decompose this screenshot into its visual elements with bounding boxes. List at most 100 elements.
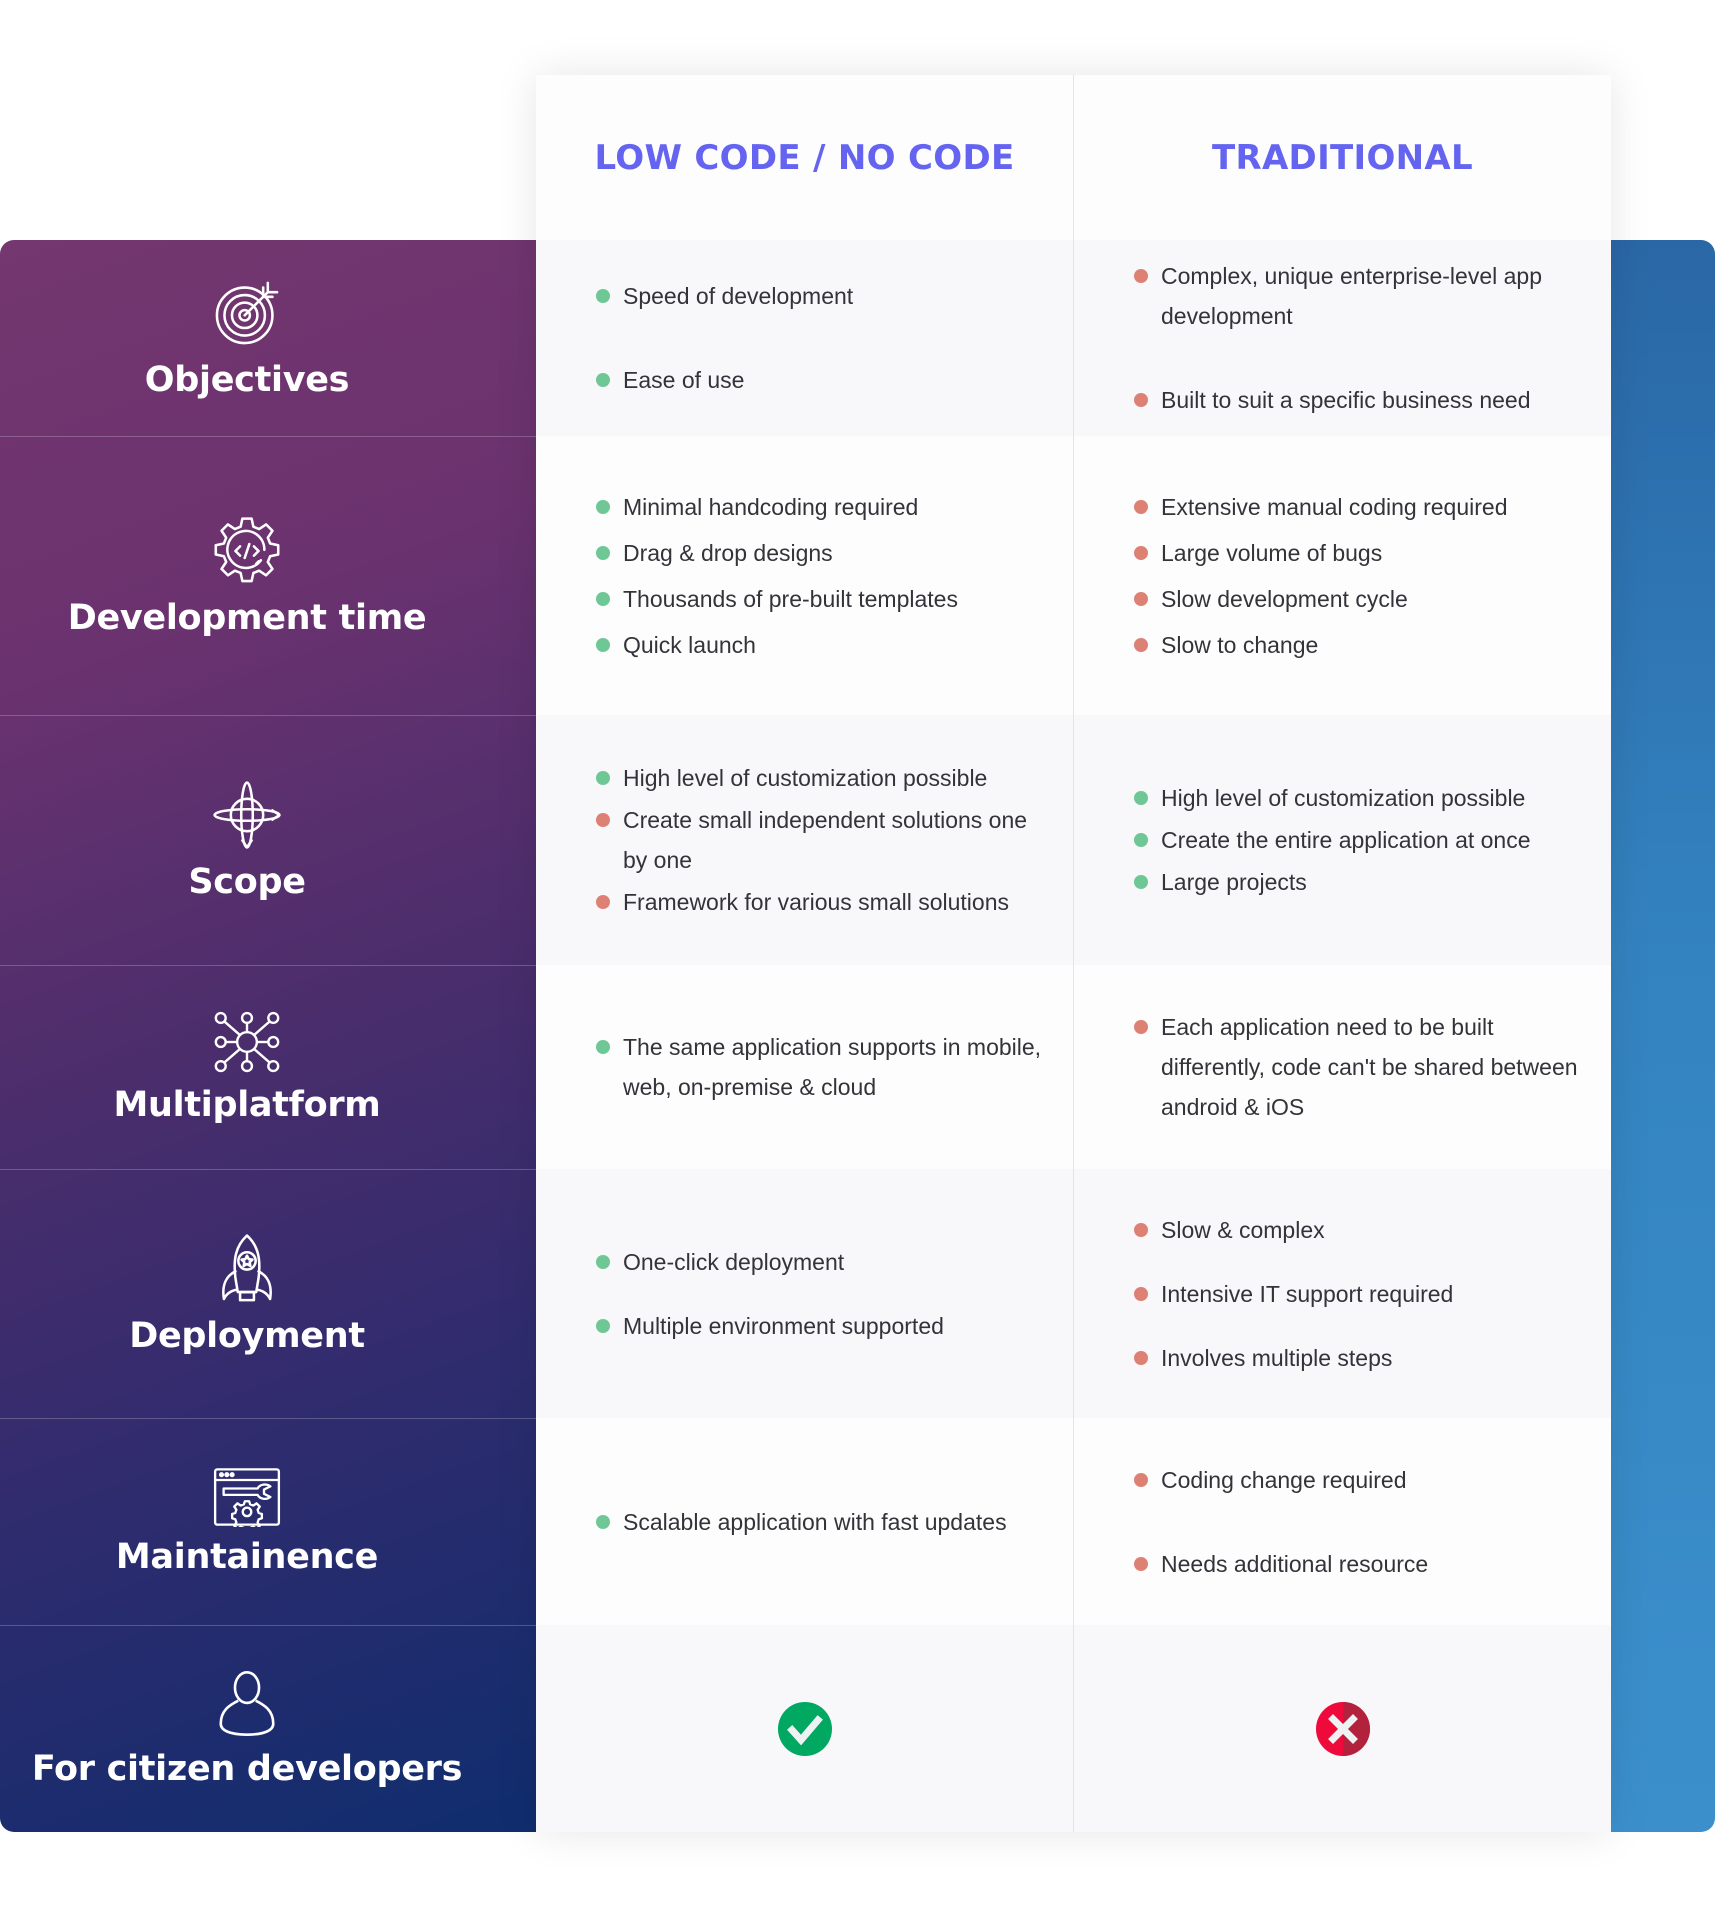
list-item: One-click deployment [596,1242,1043,1282]
low-code-cell: The same application supports in mobile,… [536,965,1073,1169]
check-circle-icon [777,1701,832,1756]
comparison-table: LOW CODE / NO CODE TRADITIONAL Speed of … [536,75,1611,1832]
list-item-text: High level of customization possible [623,765,988,791]
category-citizen-developers: For citizen developers [0,1625,494,1832]
rocket-icon [222,1233,272,1301]
list-item-text: Thousands of pre-built templates [623,585,958,612]
target-icon [215,281,279,345]
pro-bullet-icon [596,1514,610,1529]
list-item-text: Slow development cycle [1161,585,1408,612]
con-bullet-icon [1134,1556,1148,1571]
traditional-cell: Coding change required Needs additional r… [1074,1418,1611,1625]
traditional-cell [1074,1625,1611,1832]
pro-bullet-icon [596,545,610,560]
con-bullet-icon [1134,1020,1148,1034]
con-bullet-icon [1134,1472,1148,1487]
list-item-text: Multiple environment supported [623,1312,944,1339]
con-bullet-icon [596,813,610,827]
pro-bullet-icon [596,637,610,652]
list-item: Large projects [1134,862,1581,902]
list-item: Slow to change [1134,625,1581,665]
traditional-cell: Each application need to be built differ… [1074,965,1611,1169]
list-item: Intensive IT support required [1134,1274,1581,1314]
list-item: Complex, unique enterprise-level app dev… [1134,256,1581,336]
pro-bullet-icon [596,499,610,514]
traditional-cell: Complex, unique enterprise-level app dev… [1074,240,1611,436]
pro-bullet-icon [1134,791,1148,805]
column-title: LOW CODE / NO CODE [594,137,1015,178]
list-item-text: Scalable application with fast updates [623,1508,1007,1535]
orbit-globe-icon [213,781,281,849]
category-label: Objectives [144,360,350,400]
list-item: Framework for various small solutions [596,882,1043,922]
list-item-text: Needs additional resource [1161,1550,1429,1577]
list-item: Create the entire application at once [1134,820,1581,860]
list-item-text: Create small independent solutions one b… [623,807,1028,873]
column-title: TRADITIONAL [1211,137,1474,178]
pro-bullet-icon [1134,833,1148,847]
list-item: Thousands of pre-built templates [596,579,1043,619]
pro-bullet-icon [596,373,610,387]
list-item-text: Ease of use [623,367,745,393]
list-item-text: Speed of development [623,283,854,309]
con-bullet-icon [1134,545,1148,560]
category-label: Maintainence [115,1536,379,1577]
low-code-cell: Speed of development Ease of use [536,240,1073,436]
list-item-text: Large volume of bugs [1161,539,1383,566]
list-item: Built to suit a specific business need [1134,380,1581,420]
cross-circle-icon [1315,1701,1370,1756]
list-item-text: Large projects [1161,869,1307,895]
category-objectives: Objectives [0,240,494,436]
badge-wrapper [1074,1625,1611,1832]
traditional-cell: High level of customization possible Crea… [1074,715,1611,965]
list-item: Extensive manual coding required [1134,487,1581,527]
con-bullet-icon [1134,1286,1148,1301]
category-label: For citizen developers [31,1748,463,1789]
con-bullet-icon [596,895,610,909]
low-code-cell: High level of customization possible Crea… [536,715,1073,965]
category-scope: Scope [0,715,494,965]
category-label: Development time [67,597,427,638]
category-maintainence: Maintainence [0,1418,494,1625]
con-bullet-icon [1134,1350,1148,1365]
column-header-low-code: LOW CODE / NO CODE [536,75,1073,240]
traditional-cell: Slow & complex Intensive IT support requi… [1074,1169,1611,1418]
list-item: High level of customization possible [1134,778,1581,818]
list-item-text: Quick launch [623,631,756,658]
con-bullet-icon [1134,269,1148,283]
list-item: Scalable application with fast updates [596,1502,1043,1542]
list-item: The same application supports in mobile,… [596,1027,1043,1107]
list-item-text: Extensive manual coding required [1161,493,1508,520]
list-item-text: Built to suit a specific business need [1161,387,1531,413]
list-item-text: Intensive IT support required [1161,1280,1454,1307]
list-item-text: Complex, unique enterprise-level app dev… [1161,263,1542,329]
list-item: Involves multiple steps [1134,1338,1581,1378]
low-code-cell: One-click deployment Multiple environment… [536,1169,1073,1418]
list-item: Slow & complex [1134,1210,1581,1250]
category-label: Multiplatform [113,1085,381,1125]
con-bullet-icon [1134,637,1148,652]
column-header-traditional: TRADITIONAL [1074,75,1611,240]
list-item: Minimal handcoding required [596,487,1043,527]
low-code-cell: Scalable application with fast updates [536,1418,1073,1625]
list-item: Quick launch [596,625,1043,665]
pro-bullet-icon [596,1040,610,1054]
list-item-text: Slow & complex [1161,1216,1325,1243]
low-code-cell: Minimal handcoding required Drag & drop d… [536,436,1073,715]
list-item: Multiple environment supported [596,1306,1043,1346]
network-hub-icon [214,1011,280,1073]
column-divider [1073,75,1074,1832]
browser-wrench-gear-icon [213,1467,281,1527]
list-item: Large volume of bugs [1134,533,1581,573]
list-item: Create small independent solutions one b… [596,800,1043,880]
list-item: Coding change required [1134,1460,1581,1500]
list-item: Drag & drop designs [596,533,1043,573]
list-item-text: Each application need to be built differ… [1161,1014,1578,1120]
code-gear-icon [214,516,280,582]
con-bullet-icon [1134,499,1148,514]
con-bullet-icon [1134,393,1148,407]
list-item-text: Drag & drop designs [623,539,833,566]
list-item: Each application need to be built differ… [1134,1007,1581,1127]
pro-bullet-icon [596,1254,610,1269]
list-item: High level of customization possible [596,758,1043,798]
